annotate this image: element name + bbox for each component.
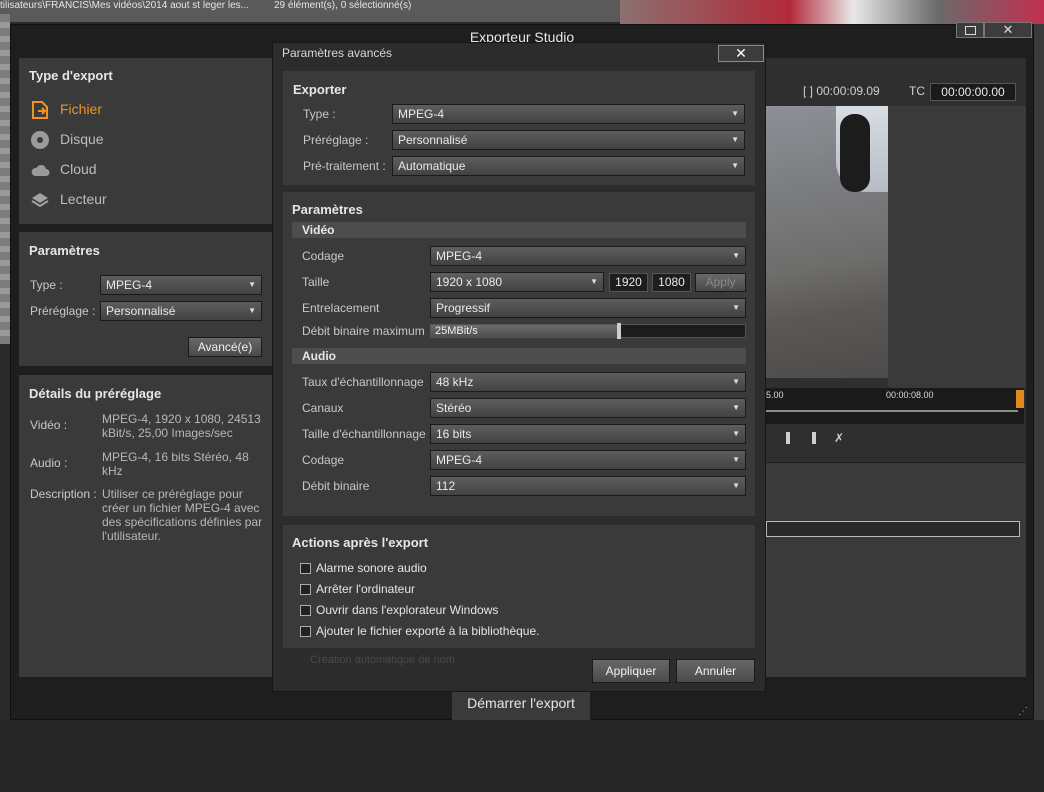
- export-progress-bar: [766, 521, 1020, 537]
- tc-label: TC: [909, 84, 925, 98]
- settings-title: Paramètres: [292, 202, 363, 217]
- detail-audio-value: MPEG-4, 16 bits Stéréo, 48 kHz: [102, 450, 249, 478]
- disc-icon: [30, 130, 50, 150]
- timeline-tick-right: 00:00:08.00: [886, 390, 934, 400]
- video-size-select[interactable]: 1920 x 1080: [430, 272, 604, 292]
- exporter-title: Exporter: [293, 82, 347, 97]
- explorer-path: tilisateurs\FRANCIS\Mes vidéos\2014 aout…: [0, 0, 249, 11]
- mark-out-icon[interactable]: [812, 432, 816, 444]
- checkbox-audio-alarm[interactable]: [300, 563, 311, 574]
- timeline-playhead[interactable]: [1016, 390, 1024, 408]
- video-codec-label: Codage: [302, 249, 345, 263]
- samplerate-select[interactable]: 48 kHz: [430, 372, 746, 392]
- video-codec-select[interactable]: MPEG-4: [430, 246, 746, 266]
- checkbox-shutdown-label[interactable]: Arrêter l'ordinateur: [316, 582, 415, 596]
- detail-video-value: MPEG-4, 1920 x 1080, 24513 kBit/s, 25,00…: [102, 412, 261, 440]
- tc-value[interactable]: 00:00:00.00: [930, 83, 1016, 101]
- params-preset-select[interactable]: Personnalisé: [100, 301, 262, 321]
- preview-margin: [888, 106, 1026, 388]
- channels-label: Canaux: [302, 401, 344, 415]
- advanced-dialog-title: Paramètres avancés: [282, 46, 393, 60]
- device-icon: [30, 190, 50, 210]
- explorer-count: 29 élément(s), 0 sélectionné(s): [274, 0, 412, 11]
- audio-bitrate-label: Débit binaire: [302, 479, 370, 493]
- detail-description-label: Description :: [30, 487, 97, 501]
- samplesize-select[interactable]: 16 bits: [430, 424, 746, 444]
- checkbox-audio-alarm-label[interactable]: Alarme sonore audio: [316, 561, 427, 575]
- timeline-track: [766, 410, 1018, 412]
- timeline-tick-left: 5.00: [766, 390, 784, 400]
- duration-readout: [ ] 00:00:09.09: [803, 84, 880, 98]
- exporter-preset-label: Préréglage :: [303, 133, 369, 147]
- checkbox-open-explorer[interactable]: [300, 605, 311, 616]
- samplerate-label: Taux d'échantillonnage: [302, 375, 424, 389]
- params-type-select[interactable]: MPEG-4: [100, 275, 262, 295]
- preview-car-wheel: [840, 114, 870, 192]
- apply-button[interactable]: Appliquer: [592, 659, 670, 683]
- audio-codec-label: Codage: [302, 453, 345, 467]
- max-bitrate-label: Débit binaire maximum: [302, 324, 425, 338]
- max-bitrate-value: 25MBit/s: [435, 325, 478, 337]
- audio-codec-select[interactable]: MPEG-4: [430, 450, 746, 470]
- cloud-icon: [30, 160, 50, 180]
- nav-item-cloud-label: Cloud: [60, 161, 97, 177]
- exporter-pre-select[interactable]: Automatique: [392, 156, 745, 176]
- export-type-title: Type d'export: [29, 68, 113, 83]
- size-apply-button[interactable]: Apply: [695, 273, 746, 292]
- max-bitrate-thumb[interactable]: [617, 323, 621, 339]
- nav-item-file[interactable]: Fichier: [30, 97, 230, 121]
- params-type-label: Type :: [30, 278, 63, 292]
- exporter-type-label: Type :: [303, 107, 336, 121]
- file-export-icon: [30, 100, 50, 120]
- audio-subheader: Audio: [292, 348, 746, 364]
- video-size-label: Taille: [302, 275, 330, 289]
- nav-item-disc-label: Disque: [60, 131, 104, 147]
- advanced-close-button[interactable]: ✕: [718, 45, 764, 62]
- exporter-pre-label: Pré-traitement :: [303, 159, 386, 173]
- nav-item-cloud[interactable]: Cloud: [30, 157, 230, 181]
- nav-item-file-label: Fichier: [60, 101, 103, 117]
- video-width-input[interactable]: 1920: [609, 273, 648, 292]
- mark-in-icon[interactable]: [786, 432, 790, 444]
- background-file-list: [0, 14, 10, 344]
- detail-audio-label: Audio :: [30, 456, 68, 470]
- interlace-select[interactable]: Progressif: [430, 298, 746, 318]
- progress-panel: [766, 463, 1026, 677]
- background-footer: [0, 720, 1044, 792]
- nav-item-device-label: Lecteur: [60, 191, 107, 207]
- channels-select[interactable]: Stéréo: [430, 398, 746, 418]
- nav-item-device[interactable]: Lecteur: [30, 187, 230, 211]
- resize-grip-icon[interactable]: ⋰: [1018, 706, 1028, 717]
- advanced-button[interactable]: Avancé(e): [188, 337, 262, 357]
- cancel-button[interactable]: Annuler: [676, 659, 755, 683]
- ghost-caption: Création automatique de nom: [310, 654, 455, 666]
- params-preset-label: Préréglage :: [30, 304, 96, 318]
- detail-video-label: Vidéo :: [30, 418, 68, 432]
- preset-details-title: Détails du préréglage: [29, 386, 162, 401]
- checkbox-add-library[interactable]: [300, 626, 311, 637]
- nav-item-disc[interactable]: Disque: [30, 127, 230, 151]
- samplesize-label: Taille d'échantillonnage: [302, 427, 426, 441]
- window-close-button[interactable]: ✕: [984, 22, 1032, 38]
- maximize-button[interactable]: [956, 22, 984, 38]
- video-subheader: Vidéo: [292, 222, 746, 238]
- audio-bitrate-select[interactable]: 112: [430, 476, 746, 496]
- checkbox-add-library-label[interactable]: Ajouter le fichier exporté à la biblioth…: [316, 624, 539, 638]
- detail-description-value: Utiliser ce préréglage pour créer un fic…: [102, 487, 263, 543]
- maximize-icon: [964, 26, 976, 35]
- params-title: Paramètres: [29, 243, 100, 258]
- start-export-button[interactable]: Démarrer l'export: [452, 688, 590, 720]
- background-photo: [620, 0, 1044, 24]
- clear-marks-icon[interactable]: ✗: [834, 432, 846, 444]
- checkbox-open-explorer-label[interactable]: Ouvrir dans l'explorateur Windows: [316, 603, 498, 617]
- interlace-label: Entrelacement: [302, 301, 380, 315]
- checkbox-shutdown[interactable]: [300, 584, 311, 595]
- exporter-preset-select[interactable]: Personnalisé: [392, 130, 745, 150]
- video-height-input[interactable]: 1080: [652, 273, 691, 292]
- actions-title: Actions après l'export: [292, 535, 429, 550]
- exporter-type-select[interactable]: MPEG-4: [392, 104, 745, 124]
